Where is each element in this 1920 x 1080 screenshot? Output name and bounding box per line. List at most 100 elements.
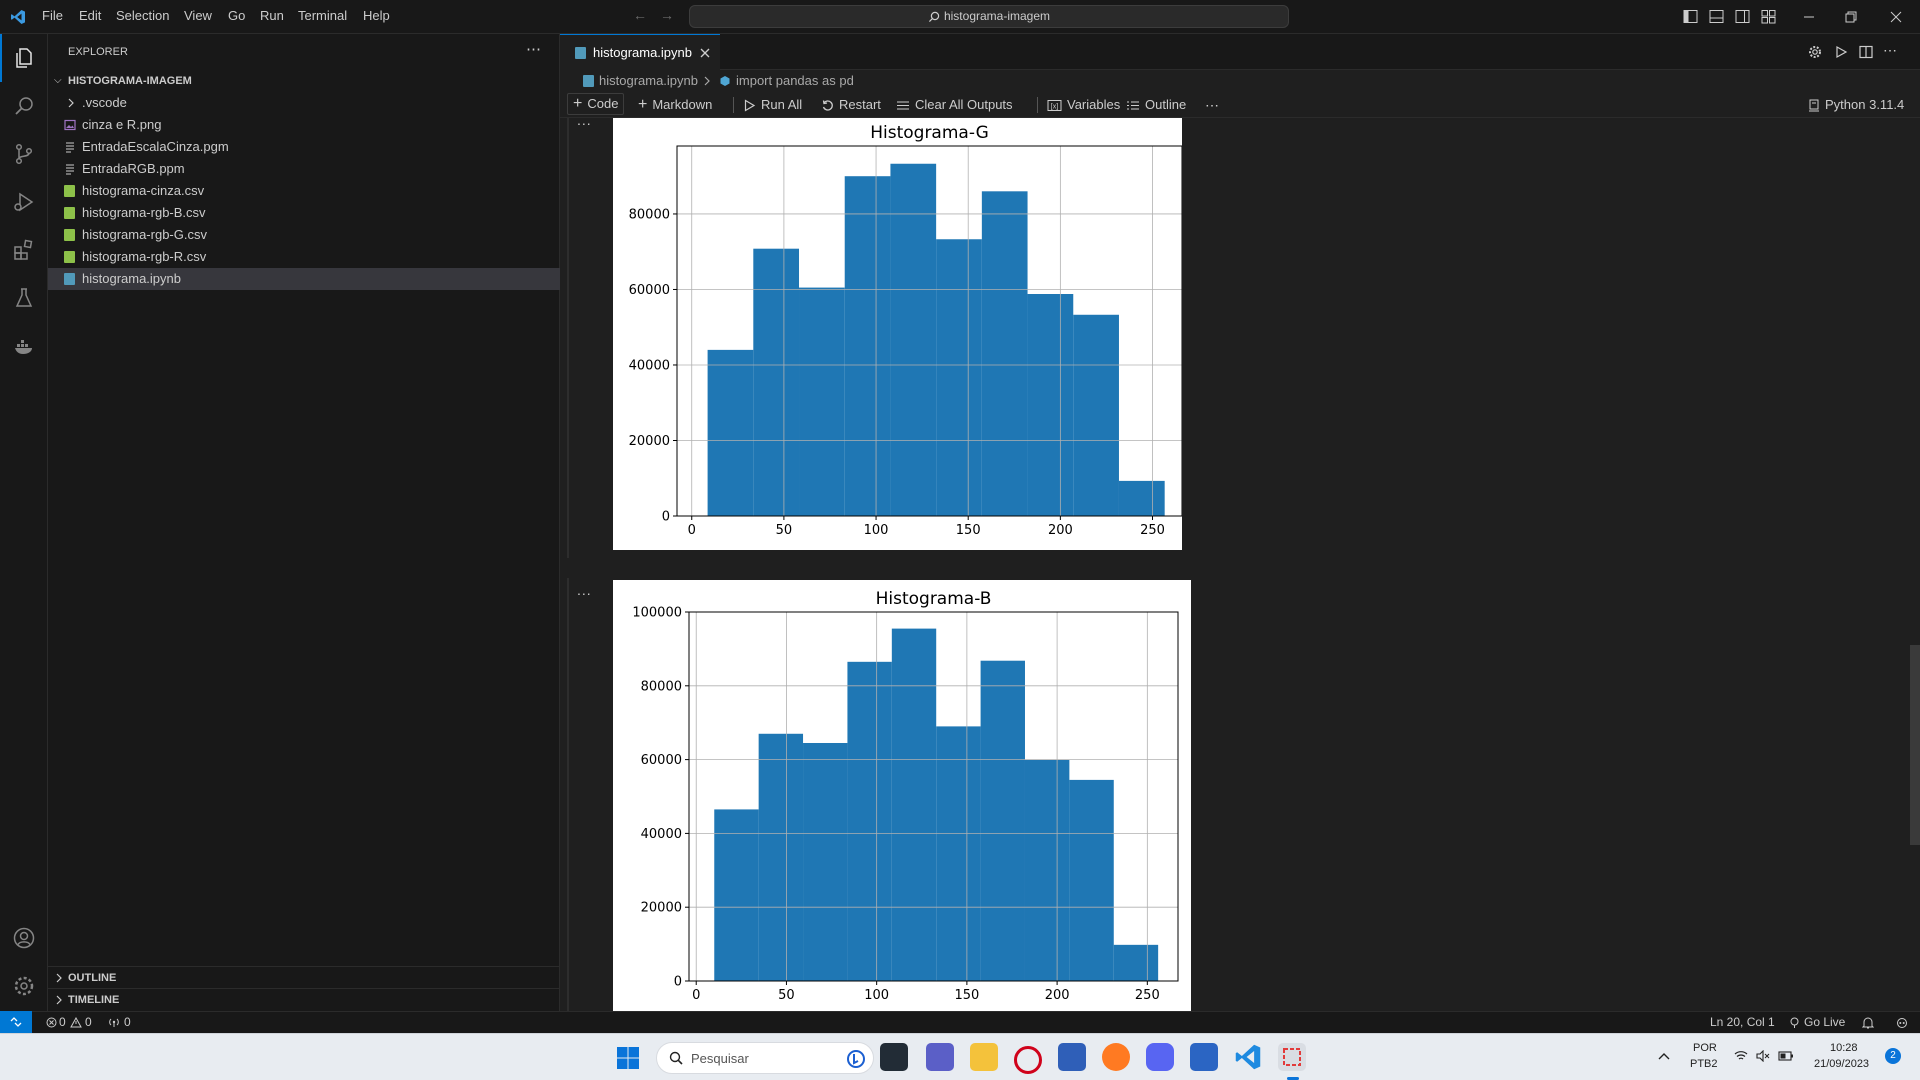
breadcrumb-file[interactable]: histograma.ipynb <box>599 70 698 92</box>
ports-count[interactable]: 0 <box>124 1012 131 1033</box>
windows-start-icon[interactable] <box>616 1046 640 1070</box>
run-all-button[interactable]: Run All <box>743 92 802 118</box>
warning-count[interactable]: 0 <box>85 1012 92 1033</box>
tree-item-csv-cinza[interactable]: histograma-cinza.csv <box>48 180 560 202</box>
toggle-panel-icon[interactable] <box>1709 9 1724 24</box>
notebook-settings-icon[interactable] <box>1808 45 1822 59</box>
menu-go[interactable]: Go <box>228 8 245 23</box>
clock-time[interactable]: 10:28 <box>1830 1042 1858 1054</box>
outline-section[interactable]: OUTLINE <box>48 966 560 989</box>
python-cell-icon <box>720 76 730 86</box>
menu-run[interactable]: Run <box>260 8 284 23</box>
wifi-icon[interactable] <box>1734 1050 1748 1062</box>
remote-icon <box>10 1017 22 1027</box>
restart-icon <box>822 99 833 111</box>
extensions-icon[interactable] <box>0 226 48 274</box>
tree-item-pgm[interactable]: EntradaEscalaCinza.pgm <box>48 136 560 158</box>
testing-flask-icon[interactable] <box>0 274 48 322</box>
menu-file[interactable]: File <box>42 8 63 23</box>
settings-gear-icon[interactable] <box>0 962 48 1010</box>
file-explorer-icon[interactable] <box>970 1043 998 1071</box>
accounts-icon[interactable] <box>0 914 48 962</box>
menu-terminal[interactable]: Terminal <box>298 8 347 23</box>
workspace-root[interactable]: ⌵ HISTOGRAMA-IMAGEM <box>48 70 560 92</box>
vscode-taskbar-icon[interactable] <box>1234 1043 1262 1071</box>
variables-button[interactable]: [x] Variables <box>1047 92 1120 118</box>
tree-item-csv-r[interactable]: histograma-rgb-R.csv <box>48 246 560 268</box>
x-tick-label: 250 <box>1140 523 1165 538</box>
cell-output-more-icon[interactable]: ... <box>577 582 592 598</box>
back-arrow-icon[interactable]: ← <box>633 7 647 23</box>
language-indicator-top[interactable]: POR <box>1693 1042 1717 1054</box>
close-window-icon[interactable] <box>1890 11 1902 23</box>
menu-view[interactable]: View <box>184 8 212 23</box>
copilot-icon[interactable] <box>1896 1016 1908 1029</box>
forward-arrow-icon[interactable]: → <box>660 7 674 23</box>
tab-histograma-ipynb[interactable]: histograma.ipynb <box>560 34 720 70</box>
restart-label: Restart <box>839 97 881 112</box>
tree-item-vscode[interactable]: .vscode <box>48 92 560 114</box>
run-debug-icon[interactable] <box>0 178 48 226</box>
outline-button[interactable]: Outline <box>1126 92 1186 118</box>
restore-icon[interactable] <box>1845 11 1857 23</box>
minimize-icon[interactable] <box>1803 11 1815 23</box>
discord-icon[interactable] <box>1146 1043 1174 1071</box>
command-center-search[interactable]: histograma-imagem <box>689 5 1289 28</box>
menu-help[interactable]: Help <box>363 8 390 23</box>
split-editor-icon[interactable] <box>1859 45 1873 59</box>
taskbar-search-box[interactable]: Pesquisar <box>656 1042 874 1074</box>
tree-item-csv-g[interactable]: histograma-rgb-G.csv <box>48 224 560 246</box>
tree-item-notebook[interactable]: histograma.ipynb <box>48 268 560 290</box>
chevron-up-icon[interactable] <box>1658 1051 1670 1061</box>
add-code-cell-button[interactable]: + Code <box>567 93 625 115</box>
editor-more-actions-icon[interactable]: ⋯ <box>1883 42 1897 59</box>
toggle-secondary-sidebar-icon[interactable] <box>1735 9 1750 24</box>
run-icon[interactable] <box>1834 45 1848 59</box>
notification-badge[interactable]: 2 <box>1885 1048 1901 1064</box>
clear-all-outputs-button[interactable]: Clear All Outputs <box>896 92 1013 118</box>
opera-icon[interactable] <box>1014 1046 1042 1074</box>
tree-item-csv-b[interactable]: histograma-rgb-B.csv <box>48 202 560 224</box>
notebook-file-icon <box>583 75 594 87</box>
task-view-icon[interactable] <box>880 1043 908 1071</box>
cursor-position[interactable]: Ln 20, Col 1 <box>1710 1012 1775 1033</box>
language-indicator-bottom[interactable]: PTB2 <box>1690 1058 1718 1070</box>
firefox-icon[interactable] <box>1102 1043 1130 1071</box>
error-count[interactable]: 0 <box>59 1012 66 1033</box>
go-live-button[interactable]: Go Live <box>1804 1012 1845 1033</box>
kernel-picker[interactable]: Python 3.11.4 <box>1808 92 1904 118</box>
histogram-bar <box>847 661 892 981</box>
histogram-bar <box>1024 759 1070 981</box>
clock-date[interactable]: 21/09/2023 <box>1814 1058 1869 1070</box>
battery-icon[interactable] <box>1778 1050 1794 1062</box>
tree-item-png[interactable]: cinza e R.png <box>48 114 560 136</box>
docker-icon[interactable] <box>0 322 48 370</box>
restart-kernel-button[interactable]: Restart <box>821 92 881 118</box>
text-file-icon <box>66 164 74 175</box>
breadcrumb-symbol[interactable]: import pandas as pd <box>736 70 854 92</box>
source-control-icon[interactable] <box>0 130 48 178</box>
menu-selection[interactable]: Selection <box>116 8 169 23</box>
teams-icon[interactable] <box>926 1043 954 1071</box>
explorer-more-icon[interactable]: ⋯ <box>526 40 541 58</box>
tree-item-ppm[interactable]: EntradaRGB.ppm <box>48 158 560 180</box>
volume-muted-icon[interactable] <box>1756 1050 1770 1062</box>
histogram-bar <box>1027 294 1074 516</box>
notifications-bell-icon[interactable] <box>1862 1016 1874 1029</box>
search-view-icon[interactable] <box>0 82 48 130</box>
menu-edit[interactable]: Edit <box>79 8 101 23</box>
toggle-primary-sidebar-icon[interactable] <box>1683 9 1698 24</box>
snipping-tool-icon[interactable] <box>1278 1043 1306 1071</box>
explorer-icon[interactable] <box>0 34 48 82</box>
store-icon[interactable] <box>1058 1043 1086 1071</box>
customize-layout-icon[interactable] <box>1761 9 1776 24</box>
add-markdown-cell-button[interactable]: + Markdown <box>638 92 712 118</box>
timeline-section[interactable]: TIMELINE <box>48 988 560 1011</box>
y-tick-label: 40000 <box>629 358 670 373</box>
editor-scrollbar[interactable] <box>1910 645 1920 845</box>
remote-indicator-button[interactable] <box>0 1011 32 1033</box>
close-tab-icon[interactable] <box>700 48 710 58</box>
cell-output-more-icon[interactable]: ... <box>577 112 592 128</box>
powershell-icon[interactable] <box>1190 1043 1218 1071</box>
toolbar-more-icon[interactable]: ⋯ <box>1205 92 1219 118</box>
